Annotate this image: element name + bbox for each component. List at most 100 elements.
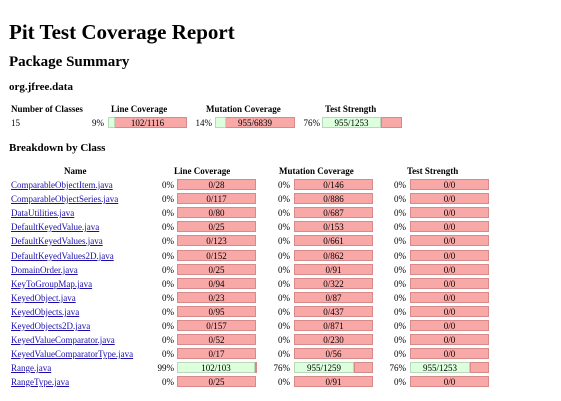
strength-ratio: 0/0	[443, 222, 456, 232]
class-link[interactable]: DefaultKeyedValues2D.java	[11, 251, 114, 261]
line-ratio: 0/123	[206, 236, 227, 246]
mutation-ratio: 0/87	[325, 293, 342, 303]
mutation-uncovered-bar	[354, 362, 373, 373]
header-mutation-coverage: Mutation Coverage	[206, 104, 281, 114]
strength-ratio: 0/0	[443, 180, 456, 190]
line-ratio: 0/25	[208, 222, 225, 232]
class-link[interactable]: DefaultKeyedValues.java	[11, 236, 103, 246]
strength-ratio: 0/0	[443, 377, 456, 387]
summary-strength-percent: 76%	[303, 118, 321, 128]
line-ratio: 0/25	[208, 265, 225, 275]
strength-percent: 0%	[394, 307, 406, 317]
class-link[interactable]: KeyedObjects2D.java	[11, 321, 90, 331]
header-number-of-classes: Number of Classes	[11, 104, 83, 114]
mutation-ratio: 0/230	[323, 335, 344, 345]
line-percent: 0%	[162, 251, 174, 261]
mutation-ratio: 0/153	[323, 222, 344, 232]
strength-percent: 0%	[394, 335, 406, 345]
mutation-ratio: 0/56	[325, 349, 342, 359]
line-ratio: 0/80	[208, 208, 225, 218]
strength-ratio: 0/0	[443, 321, 456, 331]
summary-mutation-covered-bar	[215, 117, 226, 128]
strength-percent: 0%	[394, 180, 406, 190]
mutation-percent: 0%	[278, 279, 290, 289]
mutation-percent: 0%	[278, 236, 290, 246]
strength-percent: 0%	[394, 321, 406, 331]
line-percent: 99%	[157, 363, 175, 373]
mutation-percent: 0%	[278, 222, 290, 232]
line-ratio: 0/94	[208, 279, 225, 289]
mutation-percent: 0%	[278, 208, 290, 218]
line-percent: 0%	[162, 222, 174, 232]
mutation-percent: 0%	[278, 251, 290, 261]
mutation-percent: 0%	[278, 180, 290, 190]
mutation-percent: 0%	[278, 293, 290, 303]
mutation-ratio: 955/1259	[306, 363, 341, 373]
line-percent: 0%	[162, 194, 174, 204]
mutation-percent: 0%	[278, 307, 290, 317]
summary-strength-uncovered-bar	[381, 117, 402, 128]
class-link[interactable]: KeyedValueComparatorType.java	[11, 349, 133, 359]
class-link[interactable]: KeyToGroupMap.java	[11, 279, 92, 289]
strength-ratio: 0/0	[443, 279, 456, 289]
strength-percent: 76%	[389, 363, 407, 373]
line-ratio: 0/117	[206, 194, 227, 204]
header-class-line-coverage: Line Coverage	[174, 166, 231, 176]
mutation-ratio: 0/91	[325, 265, 342, 275]
mutation-percent: 0%	[278, 335, 290, 345]
strength-percent: 0%	[394, 377, 406, 387]
mutation-ratio: 0/146	[323, 180, 344, 190]
strength-ratio: 0/0	[443, 293, 456, 303]
strength-percent: 0%	[394, 293, 406, 303]
line-percent: 0%	[162, 377, 174, 387]
mutation-percent: 0%	[278, 321, 290, 331]
line-percent: 0%	[162, 208, 174, 218]
line-ratio: 0/52	[208, 335, 225, 345]
header-class-test-strength: Test Strength	[407, 166, 459, 176]
class-link[interactable]: ComparableObjectItem.java	[11, 180, 113, 190]
class-link[interactable]: KeyedValueComparator.java	[11, 335, 115, 345]
strength-ratio: 955/1253	[422, 363, 457, 373]
line-uncovered-bar	[255, 362, 257, 373]
class-link[interactable]: DataUtilities.java	[11, 208, 74, 218]
mutation-percent: 0%	[278, 349, 290, 359]
mutation-ratio: 0/661	[323, 236, 344, 246]
summary-number-of-classes: 15	[11, 118, 20, 128]
strength-ratio: 0/0	[443, 335, 456, 345]
line-ratio: 102/103	[201, 363, 231, 373]
class-link[interactable]: KeyedObject.java	[11, 293, 76, 303]
class-link[interactable]: KeyedObjects.java	[11, 307, 79, 317]
strength-percent: 0%	[394, 265, 406, 275]
class-link[interactable]: RangeType.java	[11, 377, 69, 387]
page-title: Pit Test Coverage Report	[9, 20, 235, 44]
mutation-ratio: 0/91	[325, 377, 342, 387]
strength-percent: 0%	[394, 222, 406, 232]
strength-uncovered-bar	[470, 362, 489, 373]
strength-ratio: 0/0	[443, 349, 456, 359]
strength-percent: 0%	[394, 251, 406, 261]
summary-mutation-percent: 14%	[195, 118, 213, 128]
class-link[interactable]: ComparableObjectSeries.java	[11, 194, 118, 204]
line-percent: 0%	[162, 293, 174, 303]
line-ratio: 0/25	[208, 377, 225, 387]
package-name: org.jfree.data	[9, 81, 73, 93]
line-percent: 0%	[162, 321, 174, 331]
strength-percent: 0%	[394, 194, 406, 204]
breakdown-heading: Breakdown by Class	[9, 142, 106, 154]
header-class-mutation-coverage: Mutation Coverage	[279, 166, 354, 176]
line-percent: 0%	[162, 180, 174, 190]
mutation-ratio: 0/437	[323, 307, 344, 317]
class-link[interactable]: DomainOrder.java	[11, 265, 78, 275]
class-link[interactable]: DefaultKeyedValue.java	[11, 222, 99, 232]
line-percent: 0%	[162, 307, 174, 317]
strength-ratio: 0/0	[443, 251, 456, 261]
mutation-ratio: 0/862	[323, 251, 344, 261]
package-summary-heading: Package Summary	[9, 54, 130, 70]
summary-line-covered-bar	[108, 117, 115, 128]
strength-ratio: 0/0	[443, 194, 456, 204]
line-percent: 0%	[162, 349, 174, 359]
strength-percent: 0%	[394, 208, 406, 218]
summary-line-percent: 9%	[92, 118, 104, 128]
mutation-ratio: 0/886	[323, 194, 344, 204]
class-link[interactable]: Range.java	[11, 363, 51, 373]
